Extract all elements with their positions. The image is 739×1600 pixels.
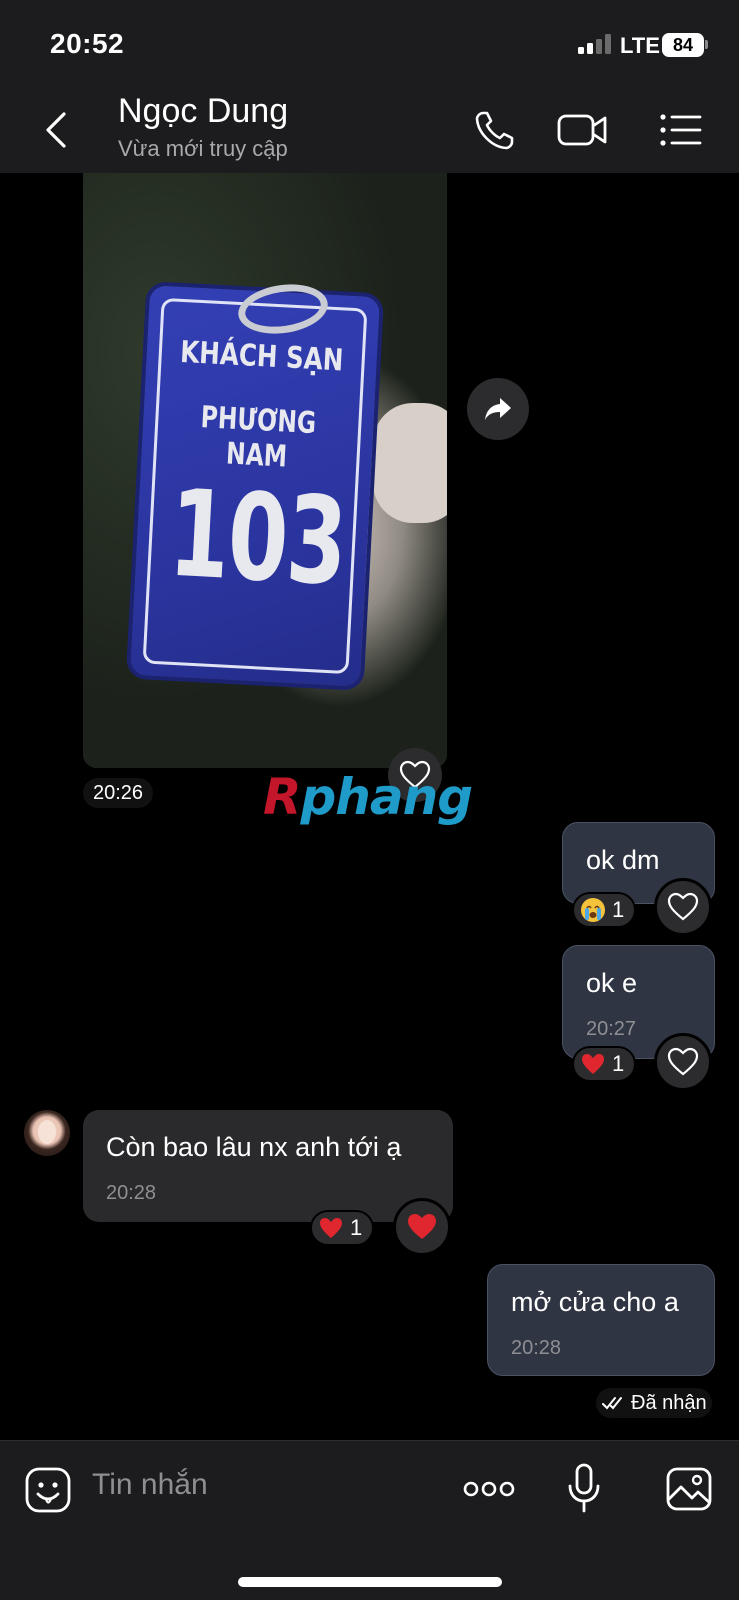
sticker-smile-icon	[25, 1467, 71, 1513]
delivery-status-text: Đã nhận	[631, 1391, 707, 1414]
key-tag-number: 103	[165, 464, 350, 613]
hotel-key-tag: KHÁCH SẠN PHƯƠNG NAM 103	[129, 285, 381, 687]
photo-message[interactable]: KHÁCH SẠN PHƯƠNG NAM 103	[83, 173, 447, 768]
top-bar: 20:52 LTE 84 Ngọc Dung Vừa mới truy cập	[0, 0, 739, 173]
battery-icon: 84	[662, 33, 704, 57]
video-camera-icon	[557, 114, 607, 146]
image-icon	[666, 1467, 712, 1511]
back-button[interactable]	[38, 108, 78, 152]
voice-call-button[interactable]	[470, 105, 520, 155]
photo-thumb	[373, 403, 447, 523]
status-time: 20:52	[50, 28, 125, 59]
outgoing-message[interactable]: mở cửa cho a 20:28	[487, 1264, 715, 1376]
reaction-pill[interactable]: 1	[572, 892, 637, 928]
reaction-count: 1	[612, 897, 625, 922]
heart-outline-icon	[667, 1047, 699, 1076]
message-text: ok e	[586, 968, 638, 998]
like-button[interactable]	[654, 1033, 712, 1091]
message-time: 20:27	[586, 1018, 637, 1040]
delivery-status: Đã nhận	[596, 1388, 712, 1418]
photo-timestamp: 20:26	[83, 778, 153, 808]
forward-button[interactable]	[467, 378, 529, 440]
video-call-button[interactable]	[556, 105, 610, 155]
signal-icon	[578, 34, 612, 54]
message-text: Còn bao lâu nx anh tới ạ	[106, 1132, 402, 1162]
red-heart-icon	[408, 1214, 436, 1239]
message-time: 20:28	[106, 1182, 157, 1204]
avatar-face	[38, 1120, 56, 1144]
more-dots-icon	[463, 1481, 515, 1497]
microphone-icon	[568, 1463, 600, 1513]
contact-name[interactable]: Ngọc Dung	[118, 92, 288, 131]
heart-outline-icon	[667, 892, 699, 921]
message-input[interactable]: Tin nhắn	[92, 1468, 208, 1502]
phone-icon	[475, 111, 514, 150]
battery-tip	[705, 40, 708, 49]
voice-message-button[interactable]	[566, 1462, 602, 1519]
watermark-rest: phang	[300, 768, 474, 826]
liked-button[interactable]	[393, 1198, 451, 1256]
watermark-first: R	[263, 768, 302, 826]
gallery-button[interactable]	[665, 1466, 713, 1517]
like-button[interactable]	[654, 878, 712, 936]
contact-status: Vừa mới truy cập	[118, 136, 288, 161]
reaction-count: 1	[350, 1215, 363, 1240]
composer-divider	[0, 1440, 739, 1441]
contact-avatar[interactable]	[24, 1110, 70, 1156]
message-text: ok dm	[586, 845, 660, 875]
incoming-message[interactable]: Còn bao lâu nx anh tới ạ 20:28	[83, 1110, 453, 1222]
message-time: 20:28	[511, 1337, 562, 1359]
red-heart-icon	[582, 1054, 604, 1074]
reaction-count: 1	[612, 1051, 625, 1076]
home-indicator[interactable]	[238, 1577, 502, 1587]
watermark-logo: Rphang	[263, 768, 474, 826]
list-menu-icon	[660, 114, 702, 146]
double-check-icon	[602, 1397, 622, 1410]
message-composer: Tin nhắn	[0, 1440, 739, 1600]
red-heart-icon	[320, 1218, 342, 1238]
menu-button[interactable]	[656, 105, 706, 155]
message-text: mở cửa cho a	[511, 1287, 679, 1317]
reaction-pill[interactable]: 1	[572, 1046, 637, 1082]
emoji-button[interactable]	[24, 1466, 72, 1519]
share-arrow-icon	[485, 398, 511, 420]
chevron-left-icon	[46, 112, 66, 148]
crying-face-icon	[581, 898, 605, 922]
reaction-pill[interactable]: 1	[310, 1210, 375, 1246]
network-label: LTE	[620, 33, 660, 58]
more-options-button[interactable]	[462, 1474, 516, 1509]
